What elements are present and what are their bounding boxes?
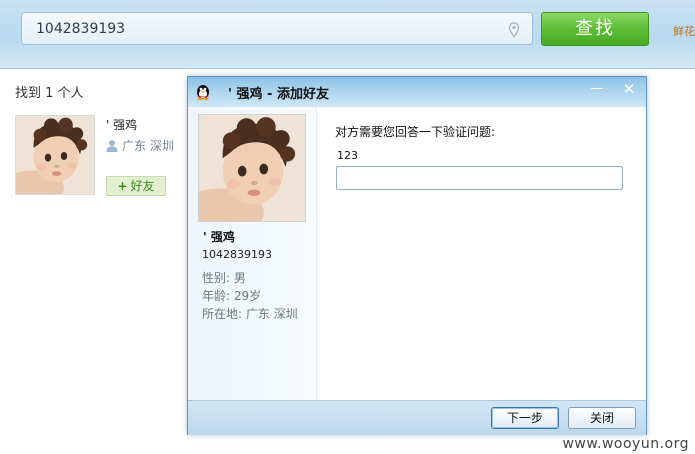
person-icon: [106, 140, 118, 152]
result-location: 广东 深圳: [106, 137, 174, 154]
add-friend-dialog: ' 强鸡 - 添加好友 — ✕ ' 强鸡 1042839193 性别: 男 年龄…: [187, 76, 647, 435]
profile-age: 年龄: 29岁: [202, 289, 262, 303]
add-friend-button[interactable]: + 好友: [106, 176, 166, 196]
baby-photo-large: [199, 115, 305, 221]
result-location-text: 广东 深圳: [122, 139, 174, 153]
minimize-icon[interactable]: —: [588, 81, 606, 97]
profile-qq-number: 1042839193: [202, 248, 272, 261]
verification-prompt: 对方需要您回答一下验证问题:: [335, 125, 496, 139]
answer-input[interactable]: [336, 166, 623, 190]
result-name[interactable]: ' 强鸡: [106, 116, 137, 133]
search-bar: 查找 鲜花: [0, 0, 695, 69]
find-button[interactable]: 查找: [541, 12, 649, 46]
dialog-footer: 下一步 关闭: [188, 400, 646, 435]
plus-icon: +: [117, 179, 128, 193]
close-icon[interactable]: ✕: [620, 81, 638, 97]
search-input[interactable]: [36, 19, 496, 39]
verification-question: 123: [337, 149, 358, 162]
profile-gender: 性别: 男: [202, 271, 246, 285]
profile-name: ' 强鸡: [203, 230, 235, 244]
location-pin-icon[interactable]: [508, 22, 520, 38]
next-button[interactable]: 下一步: [491, 407, 559, 429]
results-count: 找到 1 个人: [15, 86, 84, 101]
close-button[interactable]: 关闭: [568, 407, 636, 429]
flowers-link[interactable]: 鲜花: [673, 23, 695, 39]
profile-avatar: [198, 114, 306, 222]
baby-photo: [16, 116, 94, 194]
add-friend-label: 好友: [130, 179, 155, 193]
search-box[interactable]: [21, 12, 533, 45]
dialog-title: ' 强鸡 - 添加好友: [228, 87, 329, 102]
profile-location: 所在地: 广东 深圳: [202, 307, 298, 321]
qq-penguin-icon: [197, 85, 209, 100]
watermark: www.wooyun.org: [562, 436, 689, 452]
result-avatar[interactable]: [15, 115, 95, 195]
dialog-title-bar[interactable]: ' 强鸡 - 添加好友 — ✕: [188, 77, 646, 107]
